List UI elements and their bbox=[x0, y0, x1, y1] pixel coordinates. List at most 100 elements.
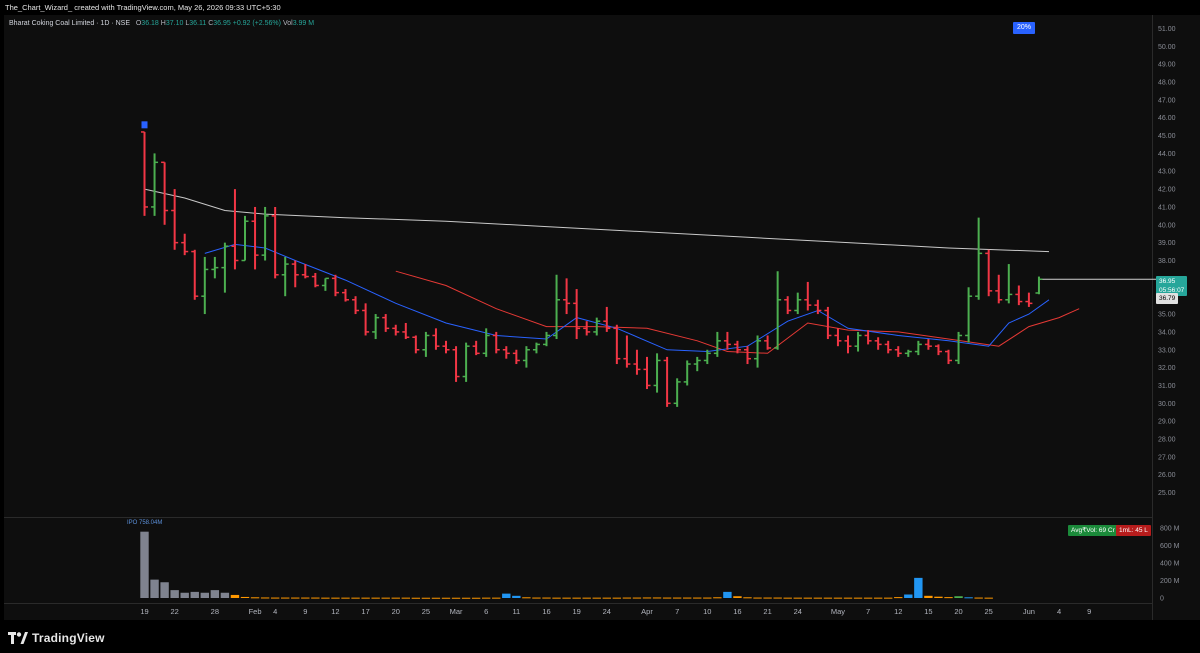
volume-bar bbox=[773, 597, 782, 599]
volume-bar bbox=[411, 597, 421, 599]
price-tick-label: 49.00 bbox=[1158, 62, 1176, 69]
time-tick-label: 25 bbox=[422, 607, 430, 616]
time-tick-label: Feb bbox=[249, 607, 262, 616]
volume-bar bbox=[542, 597, 551, 599]
price-tick-label: 50.00 bbox=[1158, 44, 1176, 51]
volume-bar bbox=[572, 597, 581, 599]
volume-bar bbox=[331, 597, 340, 599]
volume-bar bbox=[552, 597, 561, 599]
volume-bar bbox=[492, 597, 501, 599]
liquidity-badge: 1mL: 45 L bbox=[1116, 525, 1151, 536]
volume-bar bbox=[984, 597, 993, 599]
volume-bar bbox=[974, 597, 983, 599]
volume-bar bbox=[612, 597, 622, 599]
volume-bar bbox=[723, 591, 732, 598]
ipo-label: IPO 758.04M bbox=[127, 520, 163, 526]
time-tick-label: 20 bbox=[954, 607, 962, 616]
avg-volume-badge: Avg₹Vol: 69 Cr bbox=[1068, 525, 1118, 536]
time-tick-label: 16 bbox=[542, 607, 550, 616]
volume-bar bbox=[190, 591, 199, 598]
time-tick-label: 9 bbox=[1087, 607, 1091, 616]
volume-bar bbox=[502, 593, 511, 598]
time-tick-label: 21 bbox=[763, 607, 771, 616]
time-tick-label: 6 bbox=[484, 607, 488, 616]
volume-bar bbox=[471, 597, 481, 599]
volume-bar bbox=[532, 597, 541, 599]
volume-bar bbox=[582, 597, 591, 599]
price-tick-label: 28.00 bbox=[1158, 437, 1176, 444]
volume-bar bbox=[884, 597, 893, 599]
volume-bar bbox=[592, 597, 601, 599]
volume-bar bbox=[281, 597, 290, 599]
time-tick-label: 25 bbox=[985, 607, 993, 616]
volume-bar bbox=[270, 597, 280, 599]
volume-bar bbox=[401, 597, 410, 599]
chart-svg[interactable]: 51.00 50.00 49.00 48.00 47.00 46.00 45.00 44.00… bbox=[0, 0, 1200, 653]
volume-bar bbox=[753, 597, 762, 599]
time-tick-label: 7 bbox=[866, 607, 870, 616]
time-tick-label: 17 bbox=[361, 607, 369, 616]
price-tick-label: 43.00 bbox=[1158, 169, 1176, 176]
volume-bar bbox=[944, 597, 953, 599]
tradingview-logo-icon bbox=[8, 632, 28, 644]
volume-bar bbox=[693, 597, 702, 599]
volume-bar bbox=[642, 597, 652, 599]
price-tick-label: 26.00 bbox=[1158, 472, 1176, 479]
price-tick-label: 29.00 bbox=[1158, 419, 1176, 426]
volume-bar bbox=[461, 597, 471, 599]
volume-bar bbox=[904, 594, 913, 598]
time-tick-label: 19 bbox=[140, 607, 148, 616]
time-tick-label: 28 bbox=[211, 607, 219, 616]
volume-bar bbox=[652, 597, 662, 599]
price-tick-label: 51.00 bbox=[1158, 26, 1176, 33]
volume-bar bbox=[180, 592, 189, 598]
volume-bar bbox=[934, 596, 943, 598]
price-tick-label: 42.00 bbox=[1158, 187, 1176, 194]
price-tick-label: 40.00 bbox=[1158, 222, 1176, 229]
price-tick-label: 44.00 bbox=[1158, 151, 1176, 158]
time-tick-label: 4 bbox=[273, 607, 277, 616]
price-tick-label: 45.00 bbox=[1158, 133, 1176, 140]
time-tick-label: 11 bbox=[512, 607, 520, 616]
price-tick-label: 30.00 bbox=[1158, 401, 1176, 408]
volume-bar bbox=[210, 590, 220, 598]
volume-bar bbox=[843, 597, 853, 599]
volume-tick-label: 0 bbox=[1160, 596, 1164, 603]
volume-bar bbox=[482, 597, 491, 599]
volume-tick-label: 600 M bbox=[1160, 543, 1180, 550]
volume-bar bbox=[512, 595, 521, 598]
time-tick-label: 7 bbox=[675, 607, 679, 616]
time-tick-label: 12 bbox=[894, 607, 902, 616]
time-tick-label: 24 bbox=[603, 607, 611, 616]
price-tick-label: 33.00 bbox=[1158, 347, 1176, 354]
volume-bar bbox=[371, 597, 380, 599]
time-tick-label: Jun bbox=[1023, 607, 1035, 616]
volume-bar bbox=[793, 597, 802, 599]
price-tick-label: 25.00 bbox=[1158, 490, 1176, 497]
volume-bar bbox=[351, 597, 360, 599]
volume-bar bbox=[170, 590, 179, 598]
price-tick-label: 32.00 bbox=[1158, 365, 1176, 372]
volume-bar bbox=[522, 597, 531, 599]
volume-bar bbox=[783, 597, 792, 599]
volume-bar bbox=[311, 597, 320, 599]
volume-bar bbox=[341, 597, 350, 599]
volume-bar bbox=[391, 597, 400, 599]
volume-bar bbox=[713, 597, 722, 599]
tradingview-logo[interactable]: TradingView bbox=[8, 630, 105, 646]
volume-bar bbox=[562, 597, 571, 599]
volume-bar bbox=[451, 597, 461, 599]
volume-bar bbox=[954, 596, 963, 598]
volume-bar bbox=[200, 592, 209, 598]
volume-bar bbox=[894, 597, 903, 599]
volume-bar bbox=[813, 597, 823, 599]
time-tick-label: 4 bbox=[1057, 607, 1061, 616]
time-tick-label: 19 bbox=[572, 607, 580, 616]
volume-bar bbox=[301, 597, 310, 599]
price-tick-label: 34.00 bbox=[1158, 329, 1176, 336]
volume-bar bbox=[421, 597, 431, 599]
time-tick-label: 10 bbox=[703, 607, 711, 616]
volume-bar bbox=[250, 597, 260, 599]
volume-bar bbox=[381, 597, 390, 599]
volume-bar bbox=[853, 597, 863, 599]
